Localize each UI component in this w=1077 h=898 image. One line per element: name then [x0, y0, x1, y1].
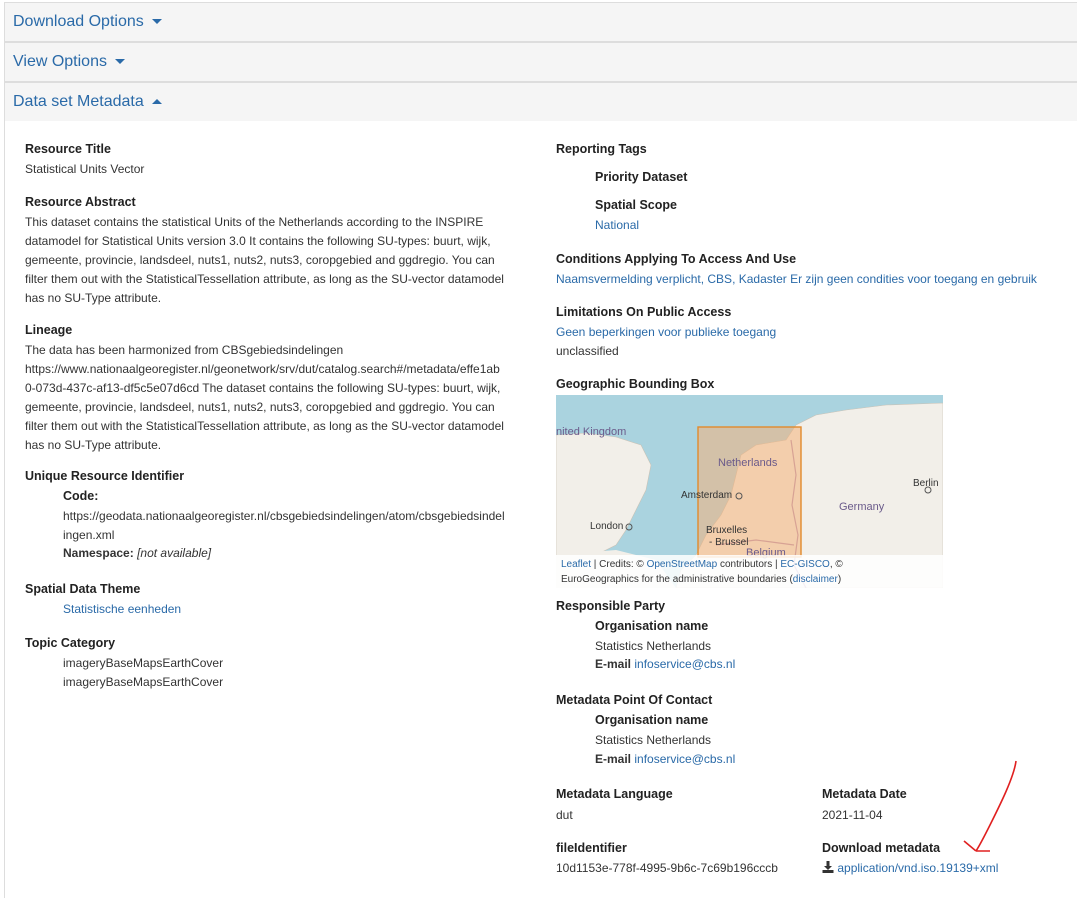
map-label-uk: nited Kingdom	[556, 426, 627, 438]
lineage-heading: Lineage	[25, 323, 73, 337]
map-label-amsterdam: Amsterdam	[681, 490, 733, 501]
leaflet-link[interactable]: Leaflet	[561, 559, 591, 570]
topic-category-list: imageryBaseMapsEarthCover imageryBaseMap…	[63, 654, 223, 692]
poc-email-label: E-mail	[595, 752, 632, 766]
file-identifier-heading: fileIdentifier	[556, 841, 627, 855]
organisation-name-label: Organisation name	[595, 619, 709, 633]
spatial-data-theme-link[interactable]: Statistische eenheden	[63, 600, 181, 619]
caret-down-icon	[114, 59, 125, 65]
disclaimer-link[interactable]: disclaimer	[793, 574, 838, 585]
poc-organisation-label: Organisation name	[595, 713, 709, 727]
bounding-box-heading: Geographic Bounding Box	[556, 377, 715, 391]
responsible-party-heading: Responsible Party	[556, 599, 666, 613]
email-label: E-mail	[595, 657, 632, 671]
download-options-toggle[interactable]: Download Options	[4, 2, 1077, 42]
organisation-name-value: Statistics Netherlands	[595, 639, 712, 653]
dataset-metadata-label: Data set Metadata	[13, 93, 144, 110]
map-label-bruxelles: Bruxelles	[706, 525, 748, 536]
lineage-text: The data has been harmonized from CBSgeb…	[25, 343, 504, 452]
download-options-label: Download Options	[13, 13, 144, 30]
metadata-language-heading: Metadata Language	[556, 787, 673, 801]
limitations-value: unclassified	[556, 344, 619, 358]
namespace-label: Namespace:	[63, 546, 134, 560]
metadata-date-value: 2021-11-04	[822, 808, 883, 822]
email-link[interactable]: infoservice@cbs.nl	[634, 657, 735, 671]
annotation-arrow-icon	[963, 760, 1017, 852]
download-metadata-heading: Download metadata	[822, 841, 941, 855]
view-options-toggle[interactable]: View Options	[4, 42, 1077, 82]
spatial-data-theme-heading: Spatial Data Theme	[25, 582, 141, 596]
bounding-box-map[interactable]: nited Kingdom Netherlands Amsterdam Lond…	[556, 395, 943, 588]
map-label-germany: Germany	[839, 501, 885, 513]
file-identifier-value: 10d1153e-778f-4995-9b6c-7c69b196cccb	[556, 861, 778, 875]
metadata-date-heading: Metadata Date	[822, 787, 907, 801]
map-label-berlin: Berlin	[913, 478, 939, 489]
reporting-tags-heading: Reporting Tags	[556, 142, 647, 156]
email-row: E-mail infoservice@cbs.nl	[595, 655, 735, 674]
map-label-netherlands: Netherlands	[718, 457, 778, 469]
list-item: imageryBaseMapsEarthCover	[63, 675, 224, 689]
resource-abstract-heading: Resource Abstract	[25, 195, 136, 209]
poc-email-row: E-mail infoservice@cbs.nl	[595, 750, 735, 769]
priority-dataset-heading: Priority Dataset	[595, 170, 688, 184]
ec-gisco-link[interactable]: EC-GISCO	[780, 559, 829, 570]
spatial-scope-link[interactable]: National	[595, 216, 639, 235]
dataset-metadata-toggle[interactable]: Data set Metadata	[4, 82, 1077, 122]
view-options-label: View Options	[13, 53, 107, 70]
poc-email-link[interactable]: infoservice@cbs.nl	[634, 752, 735, 766]
namespace-value: [not available]	[137, 546, 212, 560]
code-label: Code:	[63, 489, 99, 503]
limitations-heading: Limitations On Public Access	[556, 305, 732, 319]
map-label-london: London	[590, 521, 624, 532]
poc-organisation-value: Statistics Netherlands	[595, 733, 712, 747]
code-value: https://geodata.nationaalgeoregister.nl/…	[63, 509, 505, 542]
namespace-row: Namespace: [not available]	[63, 544, 211, 563]
conditions-heading: Conditions Applying To Access And Use	[556, 252, 797, 266]
osm-link[interactable]: OpenStreetMap	[647, 559, 718, 570]
unique-resource-identifier-heading: Unique Resource Identifier	[25, 469, 185, 483]
caret-up-icon	[151, 99, 162, 105]
resource-title-heading: Resource Title	[25, 142, 111, 156]
map-attribution: Leaflet | Credits: © OpenStreetMap contr…	[556, 555, 943, 588]
spatial-scope-heading: Spatial Scope	[595, 198, 677, 212]
download-icon	[822, 861, 834, 873]
topic-category-heading: Topic Category	[25, 636, 116, 650]
resource-abstract-text: This dataset contains the statistical Un…	[25, 215, 504, 305]
conditions-link[interactable]: Naamsvermelding verplicht, CBS, Kadaster…	[556, 270, 1037, 289]
metadata-language-value: dut	[556, 808, 573, 822]
resource-title-value: Statistical Units Vector	[25, 162, 145, 176]
metadata-poc-heading: Metadata Point Of Contact	[556, 693, 713, 707]
map-label-brussel: - Brussel	[709, 537, 749, 548]
limitations-link[interactable]: Geen beperkingen voor publieke toegang	[556, 323, 776, 342]
list-item: imageryBaseMapsEarthCover	[63, 656, 224, 670]
caret-down-icon	[151, 19, 162, 25]
